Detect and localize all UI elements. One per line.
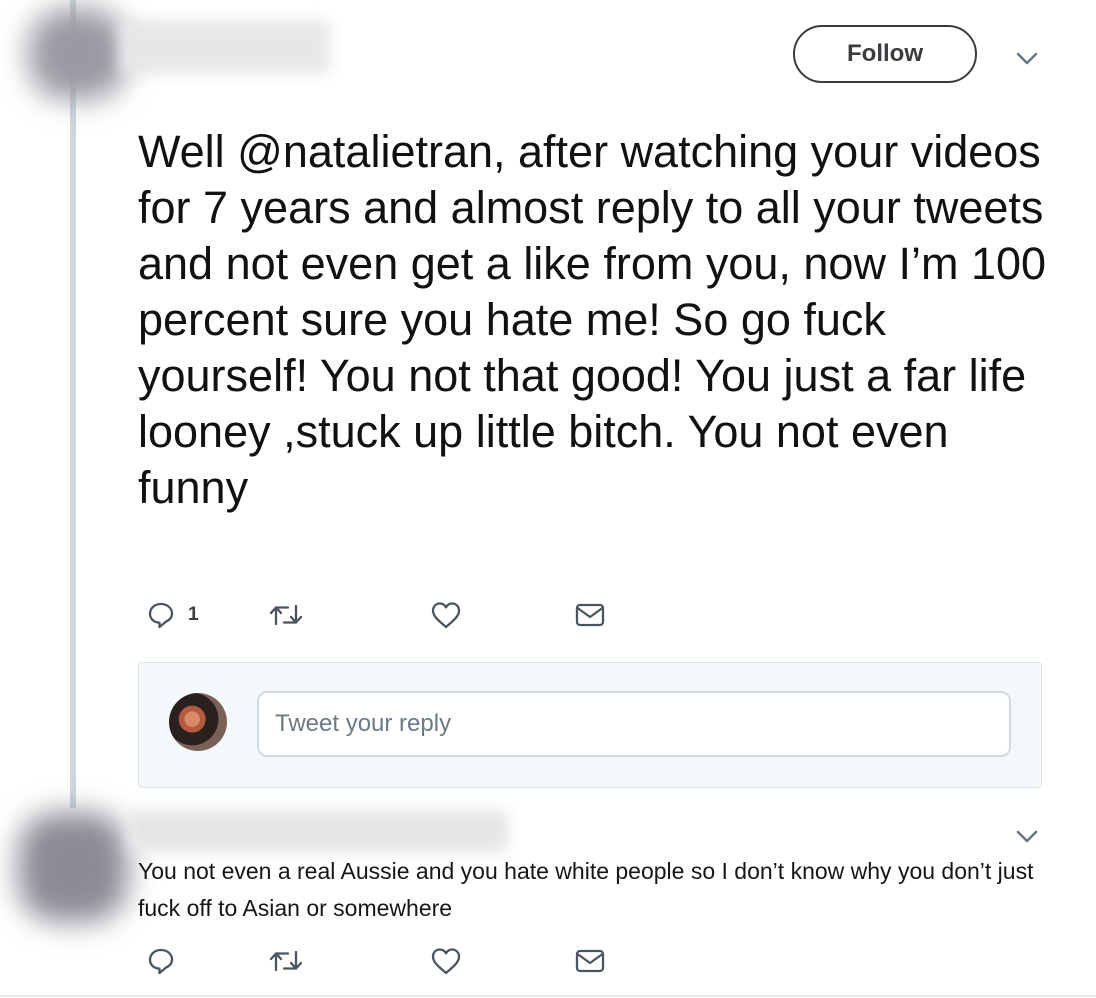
retweet-action[interactable] [268,946,304,976]
direct-message-action[interactable] [574,600,606,630]
reply-tweet-text: You not even a real Aussie and you hate … [138,858,1034,921]
chevron-down-icon[interactable] [1014,48,1040,68]
reply-icon [148,948,174,975]
reply-author-name-blurred[interactable] [128,810,508,852]
heart-icon [431,602,461,629]
like-action[interactable] [430,600,462,630]
reply-icon [148,602,174,629]
reply-action[interactable] [146,946,176,976]
tweet-divider [0,995,1096,997]
reply-composer: Tweet your reply [138,662,1042,788]
retweet-icon [269,604,303,626]
chevron-down-icon[interactable] [1014,826,1040,846]
envelope-icon [575,949,605,973]
tweet-actions: 1 [138,600,638,634]
author-avatar-blurred[interactable] [28,8,128,100]
like-action[interactable] [430,946,462,976]
retweet-icon [269,950,303,972]
follow-button[interactable]: Follow [793,25,977,83]
reply-author-avatar-blurred[interactable] [18,812,128,922]
current-user-avatar[interactable] [169,693,227,751]
tweet-text: Well @natalietran, after watching your v… [138,126,1047,513]
author-name-blurred[interactable] [120,20,330,74]
conversation-thread-line [70,0,76,808]
retweet-action[interactable] [268,600,304,630]
heart-icon [431,948,461,975]
reply-count: 1 [188,604,199,625]
reply-action[interactable]: 1 [146,600,199,630]
direct-message-action[interactable] [574,946,606,976]
envelope-icon [575,603,605,627]
reply-tweet-actions [138,946,638,980]
reply-input[interactable]: Tweet your reply [257,691,1011,757]
